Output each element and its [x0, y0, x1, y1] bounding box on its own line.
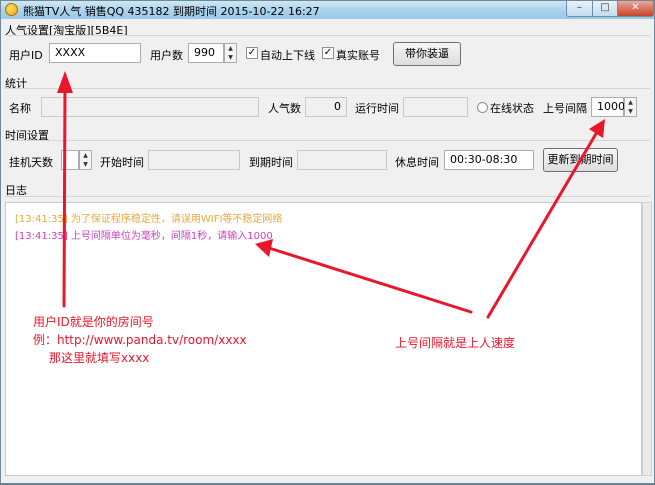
- arrow-to-user-id: [62, 83, 67, 308]
- app-window: 熊猫TV人气 销售QQ 435182 到期时间 2015-10-22 16:27…: [0, 0, 655, 484]
- arrow-to-interval: [486, 130, 599, 319]
- annotation-arrows: [57, 71, 605, 319]
- arrow-head-icon: [57, 71, 73, 93]
- arrow-head-icon: [589, 119, 605, 138]
- arrow-to-log-line: [267, 246, 473, 314]
- arrow-head-icon: [255, 239, 273, 257]
